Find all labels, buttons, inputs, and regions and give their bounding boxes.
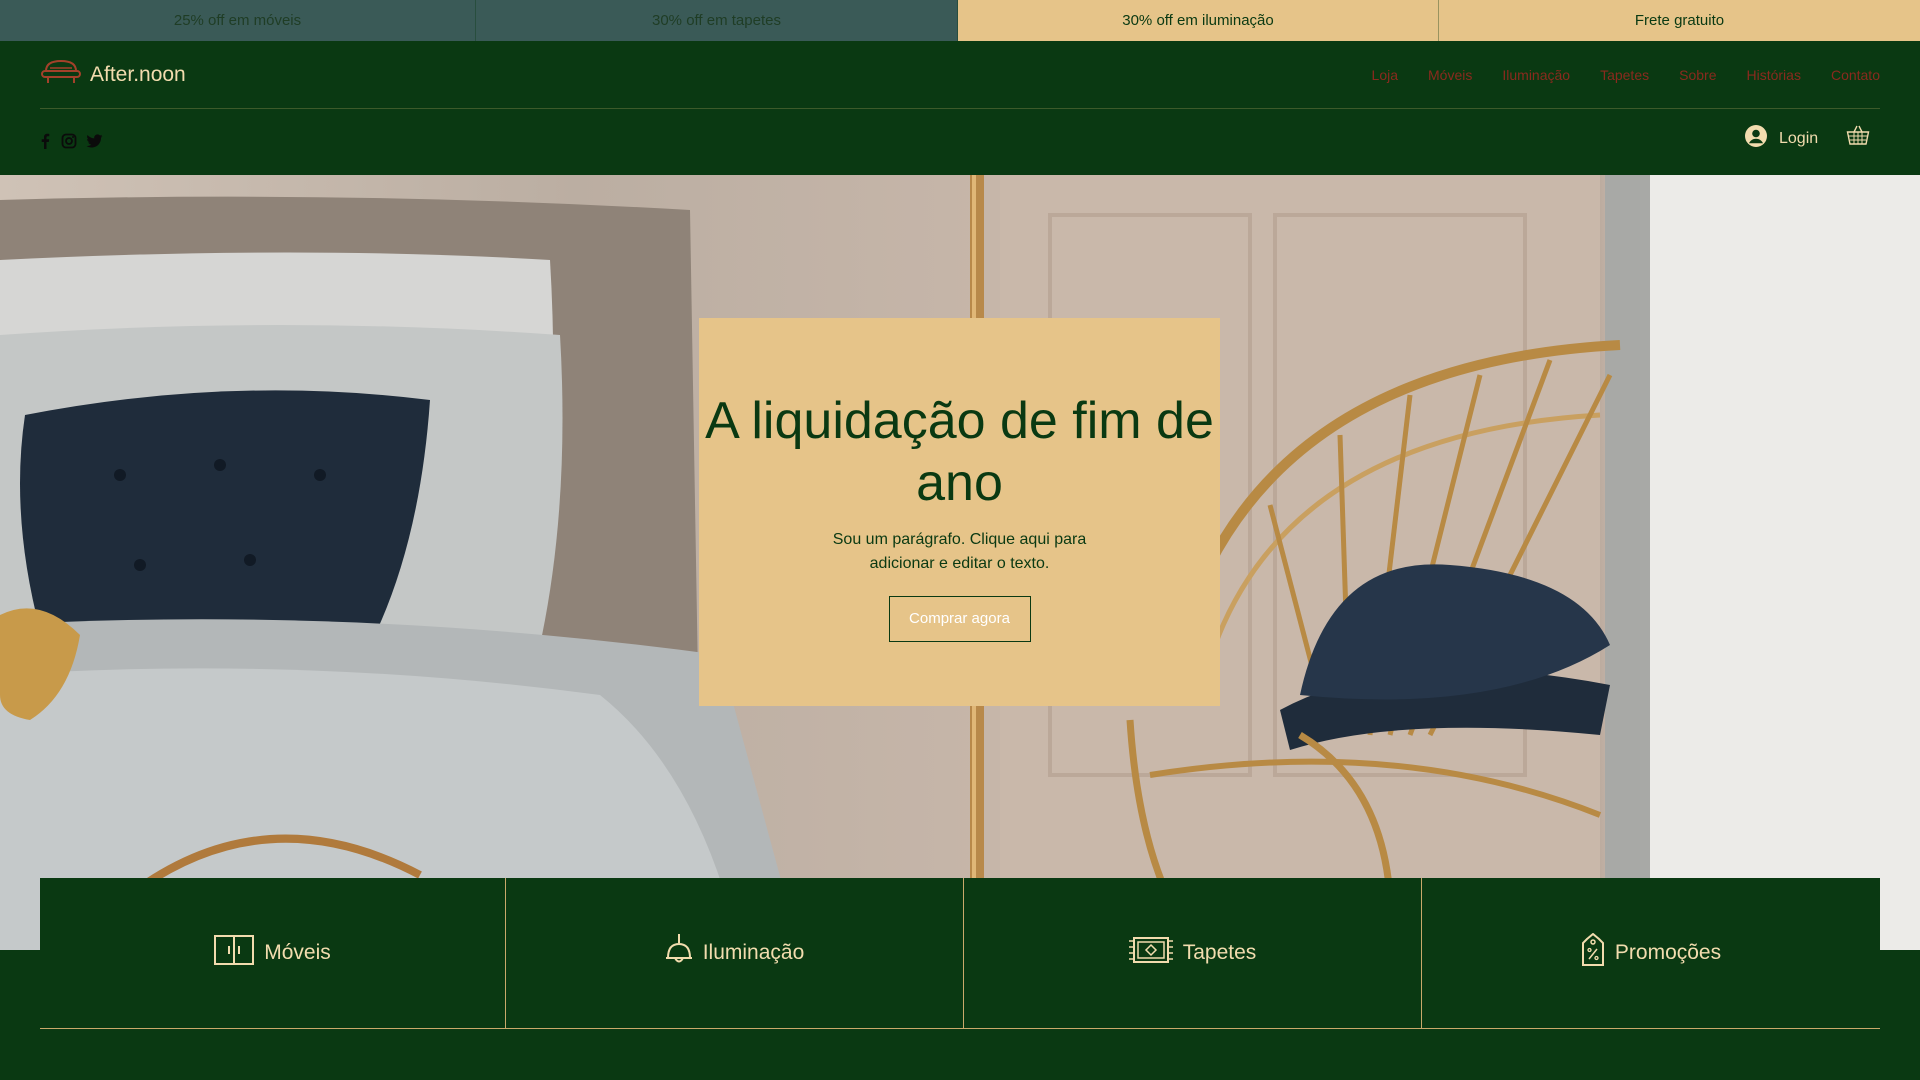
logo[interactable]: After.noon [40, 57, 186, 92]
nav-furniture[interactable]: Móveis [1428, 67, 1472, 83]
brand-name: After.noon [90, 62, 186, 86]
hero-promo-card: A liquidação de fim de ano Sou um parágr… [699, 318, 1220, 706]
instagram-icon[interactable] [61, 133, 77, 149]
nav-stories[interactable]: Histórias [1746, 67, 1800, 83]
shop-now-button[interactable]: Comprar agora [888, 596, 1031, 642]
price-tag-icon [1581, 932, 1605, 973]
promo-furniture[interactable]: 25% off em móveis [0, 0, 476, 41]
promo-rugs[interactable]: 30% off em tapetes [476, 0, 958, 41]
cabinet-icon [214, 935, 255, 971]
cart-button[interactable] [1846, 125, 1870, 152]
nav-rugs[interactable]: Tapetes [1600, 67, 1649, 83]
nav-about[interactable]: Sobre [1679, 67, 1716, 83]
category-bar: Móveis Iluminação Tapetes Promoções [40, 878, 1880, 1029]
hero-paragraph: Sou um parágrafo. Clique aqui para adici… [832, 531, 1087, 572]
login-label: Login [1779, 129, 1819, 147]
category-promotions[interactable]: Promoções [1422, 878, 1880, 1028]
category-label: Tapetes [1182, 941, 1257, 964]
category-lighting[interactable]: Iluminação [506, 878, 964, 1028]
site-header: After.noon Loja Móveis Iluminação Tapete… [0, 41, 1920, 175]
lamp-icon [665, 934, 693, 972]
login-button[interactable]: Login [1745, 125, 1818, 152]
facebook-icon[interactable] [38, 133, 52, 149]
sofa-logo-icon [40, 57, 82, 92]
category-label: Iluminação [702, 941, 805, 964]
social-links [38, 133, 103, 149]
nav-lighting[interactable]: Iluminação [1502, 67, 1570, 83]
category-furniture[interactable]: Móveis [40, 878, 506, 1028]
category-label: Promoções [1614, 941, 1722, 964]
twitter-icon[interactable] [86, 133, 103, 149]
page: 25% off em móveis 30% off em tapetes 30%… [0, 0, 1920, 1080]
promo-free-shipping[interactable]: Frete gratuito [1439, 0, 1920, 41]
promo-bar: 25% off em móveis 30% off em tapetes 30%… [0, 0, 1920, 41]
user-avatar-icon [1745, 125, 1767, 152]
category-rugs[interactable]: Tapetes [964, 878, 1422, 1028]
header-divider [40, 108, 1880, 109]
nav-shop[interactable]: Loja [1372, 67, 1398, 83]
basket-icon [1846, 125, 1870, 151]
promo-lighting[interactable]: 30% off em iluminação [958, 0, 1439, 41]
rug-icon [1128, 935, 1173, 971]
hero-title: A liquidação de fim de ano [705, 392, 1214, 512]
category-label: Móveis [264, 941, 331, 964]
main-nav: Loja Móveis Iluminação Tapetes Sobre His… [1372, 67, 1880, 83]
hero-section: A liquidação de fim de ano Sou um parágr… [0, 175, 1920, 950]
nav-contact[interactable]: Contato [1831, 67, 1880, 83]
